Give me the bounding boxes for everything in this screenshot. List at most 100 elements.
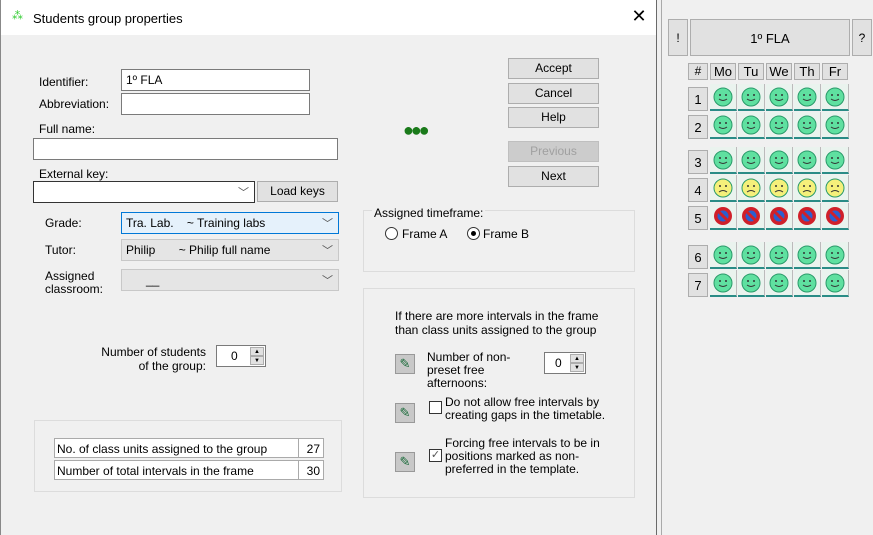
timeslot-cell-preferred[interactable] bbox=[738, 242, 765, 269]
smile-icon bbox=[797, 87, 817, 110]
afternoons-value: 0 bbox=[555, 356, 562, 370]
timeslot-cell-preferred[interactable] bbox=[794, 270, 821, 297]
spin-up-icon[interactable]: ▲ bbox=[250, 347, 264, 356]
grid-hash-header: # bbox=[688, 63, 708, 80]
tutor-select[interactable]: Philip ~ Philip full name ﹀ bbox=[121, 239, 339, 261]
timeslot-cell-preferred[interactable] bbox=[822, 242, 849, 269]
abbreviation-input[interactable] bbox=[121, 93, 310, 115]
help-button[interactable]: Help bbox=[508, 107, 599, 128]
timeslot-cell-preferred[interactable] bbox=[822, 270, 849, 297]
chevron-down-icon: ﹀ bbox=[238, 187, 249, 199]
timeslot-cell-preferred[interactable] bbox=[794, 84, 821, 111]
timeslot-cell-forbidden[interactable] bbox=[710, 203, 737, 230]
timeslot-cell-preferred[interactable] bbox=[710, 84, 737, 111]
force-label[interactable]: Forcing free intervals to be in position… bbox=[445, 437, 625, 476]
identifier-input[interactable]: 1º FLA bbox=[121, 69, 310, 91]
day-header: Fr bbox=[822, 63, 848, 80]
classroom-select[interactable]: __ ﹀ bbox=[121, 269, 339, 291]
timeslot-cell-non-preferred[interactable] bbox=[710, 175, 737, 202]
next-button[interactable]: Next bbox=[508, 166, 599, 187]
timeslot-cell-forbidden[interactable] bbox=[794, 203, 821, 230]
timeslot-cell-preferred[interactable] bbox=[738, 270, 765, 297]
no-entry-icon bbox=[825, 207, 845, 229]
smile-icon bbox=[713, 150, 733, 173]
smile-icon bbox=[769, 273, 789, 296]
smile-icon bbox=[825, 87, 845, 110]
frame-a-radio[interactable] bbox=[385, 227, 398, 240]
timeslot-cell-forbidden[interactable] bbox=[766, 203, 793, 230]
frame-b-radio[interactable] bbox=[467, 227, 480, 240]
window-title: Students group properties bbox=[33, 11, 183, 26]
smile-icon bbox=[713, 115, 733, 138]
no-gaps-checkbox[interactable] bbox=[429, 401, 442, 414]
students-stepper[interactable]: 0 ▲ ▼ bbox=[216, 345, 266, 367]
smile-icon bbox=[825, 245, 845, 268]
timeslot-cell-preferred[interactable] bbox=[766, 147, 793, 174]
chevron-down-icon: ﹀ bbox=[322, 245, 333, 257]
timeslot-cell-forbidden[interactable] bbox=[738, 203, 765, 230]
timeslot-cell-preferred[interactable] bbox=[738, 147, 765, 174]
timeslot-cell-non-preferred[interactable] bbox=[822, 175, 849, 202]
load-keys-button[interactable]: Load keys bbox=[257, 181, 338, 202]
timetable-panel: ! 1º FLA ? # Mo Tu We Th Fr 1 2 3 4 5 6 7 bbox=[662, 0, 873, 535]
accept-button[interactable]: Accept bbox=[508, 58, 599, 79]
frown-icon bbox=[713, 178, 733, 201]
external-key-combo[interactable]: ﹀ bbox=[33, 181, 255, 203]
timeslot-cell-preferred[interactable] bbox=[822, 112, 849, 139]
spin-up-icon[interactable]: ▲ bbox=[570, 354, 584, 363]
spin-down-icon[interactable]: ▼ bbox=[250, 356, 264, 365]
timeslot-cell-preferred[interactable] bbox=[738, 112, 765, 139]
identifier-label: Identifier: bbox=[39, 75, 89, 89]
stat-row: No. of class units assigned to the group… bbox=[54, 438, 324, 458]
frame-a-label[interactable]: Frame A bbox=[402, 227, 447, 241]
help-question-button[interactable]: ? bbox=[852, 19, 872, 56]
cancel-button[interactable]: Cancel bbox=[508, 83, 599, 104]
afternoons-stepper[interactable]: 0 ▲ ▼ bbox=[544, 352, 586, 374]
timeslot-cell-preferred[interactable] bbox=[710, 270, 737, 297]
stats-group: No. of class units assigned to the group… bbox=[34, 420, 342, 492]
students-group-icon: ●●● bbox=[403, 120, 430, 140]
timeslot-cell-preferred[interactable] bbox=[822, 84, 849, 111]
timeslot-cell-preferred[interactable] bbox=[822, 147, 849, 174]
timeslot-cell-preferred[interactable] bbox=[794, 147, 821, 174]
no-gaps-label[interactable]: Do not allow free intervals by creating … bbox=[445, 396, 625, 422]
force-checkbox[interactable]: ✓ bbox=[429, 449, 442, 462]
timeslot-cell-preferred[interactable] bbox=[710, 242, 737, 269]
timeslot-cell-non-preferred[interactable] bbox=[766, 175, 793, 202]
timeslot-cell-forbidden[interactable] bbox=[822, 203, 849, 230]
timeslot-cell-preferred[interactable] bbox=[766, 112, 793, 139]
day-header: Th bbox=[794, 63, 820, 80]
timeslot-cell-non-preferred[interactable] bbox=[738, 175, 765, 202]
close-button[interactable]: ✕ bbox=[629, 6, 649, 27]
frown-icon bbox=[797, 178, 817, 201]
timeslot-cell-preferred[interactable] bbox=[794, 112, 821, 139]
period-number: 4 bbox=[688, 178, 708, 202]
timeslot-cell-preferred[interactable] bbox=[710, 147, 737, 174]
grade-select[interactable]: Tra. Lab. ~ Training labs ﹀ bbox=[121, 212, 339, 234]
smile-icon bbox=[713, 273, 733, 296]
stat-label: No. of class units assigned to the group bbox=[57, 442, 268, 456]
group-title-button[interactable]: 1º FLA bbox=[690, 19, 850, 56]
timeslot-cell-non-preferred[interactable] bbox=[794, 175, 821, 202]
timeslot-cell-preferred[interactable] bbox=[710, 112, 737, 139]
timeframe-label: Assigned timeframe: bbox=[372, 206, 486, 220]
grade-label: Grade: bbox=[45, 216, 82, 230]
afternoons-label: Number of non-preset free afternoons: bbox=[427, 350, 511, 390]
timeslot-cell-preferred[interactable] bbox=[766, 270, 793, 297]
timeslot-cell-preferred[interactable] bbox=[794, 242, 821, 269]
frame-b-label[interactable]: Frame B bbox=[483, 227, 529, 241]
external-key-label: External key: bbox=[39, 167, 109, 181]
timeslot-cell-preferred[interactable] bbox=[766, 84, 793, 111]
period-number: 5 bbox=[688, 206, 708, 230]
previous-button[interactable]: Previous bbox=[508, 141, 599, 162]
exclamation-button[interactable]: ! bbox=[668, 19, 688, 56]
period-number: 2 bbox=[688, 115, 708, 139]
timeslot-cell-preferred[interactable] bbox=[738, 84, 765, 111]
smile-icon bbox=[769, 150, 789, 173]
smile-icon bbox=[741, 150, 761, 173]
timeslot-cell-preferred[interactable] bbox=[766, 242, 793, 269]
fullname-input[interactable] bbox=[33, 138, 338, 160]
classroom-label: Assigned classroom: bbox=[45, 269, 104, 296]
spin-down-icon[interactable]: ▼ bbox=[570, 363, 584, 372]
stat-row: Number of total intervals in the frame 30 bbox=[54, 460, 324, 480]
